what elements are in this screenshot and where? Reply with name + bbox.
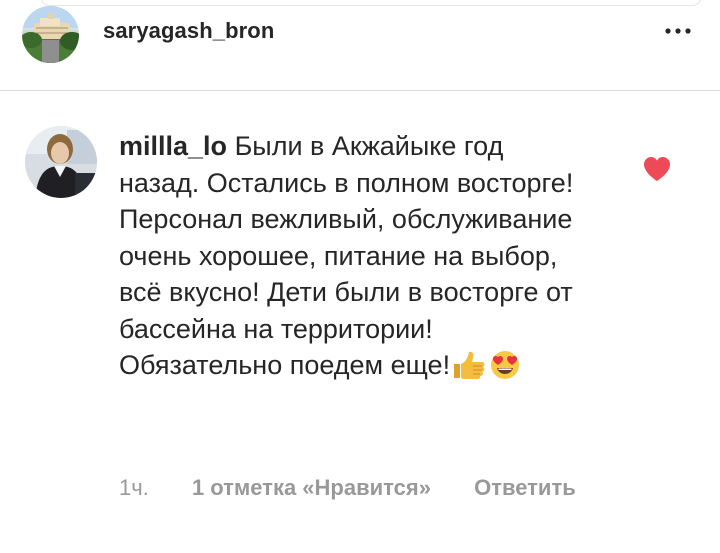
commenter-avatar[interactable] [25,126,97,198]
commenter-username[interactable]: millla_lo [119,131,227,161]
comment-meta-row: 1ч. 1 отметка «Нравится» Ответить [119,475,576,501]
more-horizontal-icon [665,28,691,34]
instagram-comment-screen: saryagash_bron millla_lo Были в Акжайыке… [0,0,720,553]
comment-timestamp: 1ч. [119,475,149,500]
profile-avatar[interactable] [22,6,79,63]
heart-eyes-emoji-icon [488,350,522,380]
comment-like-button[interactable] [642,155,672,183]
more-options-button[interactable] [663,21,693,41]
reply-button[interactable]: Ответить [474,475,576,501]
post-author-username[interactable]: saryagash_bron [103,18,274,44]
comment-body: millla_lo Были в Акжайыке год назад. Ост… [119,128,589,384]
post-header: saryagash_bron [0,0,720,91]
heart-filled-icon [644,157,670,181]
comment-item: millla_lo Были в Акжайыке год назад. Ост… [0,91,720,553]
comment-text: Были в Акжайыке год назад. Остались в по… [119,131,574,380]
thumbs-up-emoji-icon [452,350,486,380]
comment-likes-count[interactable]: 1 отметка «Нравится» [192,475,431,501]
